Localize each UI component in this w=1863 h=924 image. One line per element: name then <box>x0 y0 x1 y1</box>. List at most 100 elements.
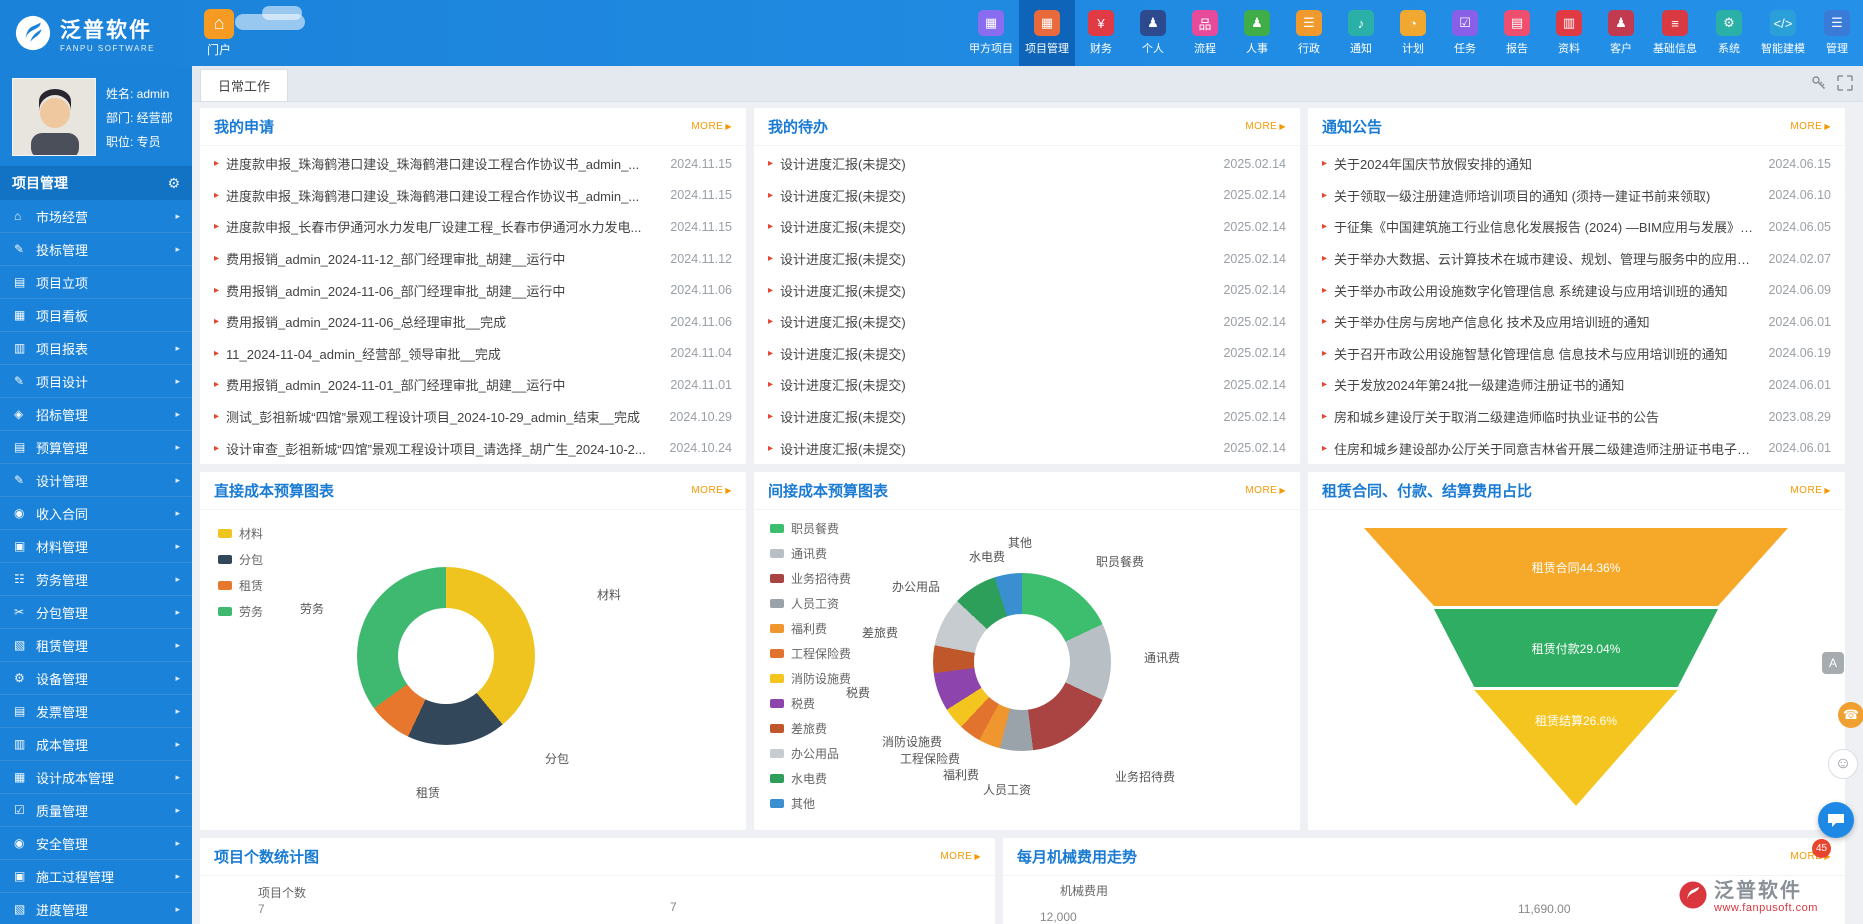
list-item[interactable]: ▸于征集《中国建筑施工行业信息化发展报告 (2024) —BIM应用与发展》材料… <box>1308 211 1845 243</box>
topnav-item-base-info[interactable]: ≡基础信息 <box>1647 0 1703 66</box>
more-button[interactable]: MORE▶ <box>1790 121 1831 132</box>
sidebar-item-design-cost-management[interactable]: ▦设计成本管理▸ <box>0 761 192 794</box>
more-button[interactable]: MORE▶ <box>1245 121 1286 132</box>
sidebar-item-safety-management[interactable]: ◉安全管理▸ <box>0 827 192 860</box>
legend-item[interactable]: 人员工资 <box>770 591 851 616</box>
topnav-item-notification[interactable]: ♪通知 <box>1335 0 1387 66</box>
topnav-item-party-a-project[interactable]: ▦甲方项目 <box>963 0 1019 66</box>
service-button[interactable]: ☎ <box>1838 702 1863 728</box>
legend-item[interactable]: 劳务 <box>218 598 263 624</box>
list-item[interactable]: ▸11_2024-11-04_admin_经营部_领导审批__完成2024.11… <box>200 338 746 370</box>
more-button[interactable]: MORE▶ <box>1790 485 1831 496</box>
sidebar-item-construction-process-management[interactable]: ▣施工过程管理▸ <box>0 860 192 893</box>
topnav-item-workflow[interactable]: 品流程 <box>1179 0 1231 66</box>
legend-item[interactable]: 业务招待费 <box>770 566 851 591</box>
list-item[interactable]: ▸关于举办住房与房地产信息化 技术及应用培训班的通知2024.06.01 <box>1308 306 1845 338</box>
list-item[interactable]: ▸设计进度汇报(未提交)2025.02.14 <box>754 211 1300 243</box>
list-item[interactable]: ▸关于2024年国庆节放假安排的通知2024.06.15 <box>1308 148 1845 180</box>
list-item[interactable]: ▸关于召开市政公用设施智慧化管理信息 信息技术与应用培训班的通知2024.06.… <box>1308 338 1845 370</box>
topnav-item-project-management[interactable]: ▦项目管理 <box>1019 0 1075 66</box>
sidebar-item-market-operation[interactable]: ⌂市场经营▸ <box>0 200 192 233</box>
list-item[interactable]: ▸设计进度汇报(未提交)2025.02.14 <box>754 274 1300 306</box>
sidebar-item-quality-management[interactable]: ☑质量管理▸ <box>0 794 192 827</box>
topnav-item-report[interactable]: ▤报告 <box>1491 0 1543 66</box>
sidebar-item-subcontract-management[interactable]: ✂分包管理▸ <box>0 596 192 629</box>
list-item[interactable]: ▸设计进度汇报(未提交)2025.02.14 <box>754 338 1300 370</box>
list-item[interactable]: ▸进度款申报_珠海鹤港口建设_珠海鹤港口建设工程合作协议书_admin_...2… <box>200 180 746 212</box>
legend-item[interactable]: 差旅费 <box>770 716 851 741</box>
legend-item[interactable]: 水电费 <box>770 766 851 791</box>
sidebar-item-design-management[interactable]: ✎设计管理▸ <box>0 464 192 497</box>
sidebar-item-cost-management[interactable]: ▥成本管理▸ <box>0 728 192 761</box>
list-item[interactable]: ▸关于举办大数据、云计算技术在城市建设、规划、管理与服务中的应用培训班...20… <box>1308 243 1845 275</box>
more-button[interactable]: MORE▶ <box>1245 485 1286 496</box>
more-button[interactable]: MORE▶ <box>691 485 732 496</box>
portal-button[interactable]: ⌂ 门户 <box>204 9 234 58</box>
sidebar-item-project-initiation[interactable]: ▤项目立项 <box>0 266 192 299</box>
legend-item[interactable]: 通讯费 <box>770 541 851 566</box>
legend-item[interactable]: 消防设施费 <box>770 666 851 691</box>
assistant-avatar-button[interactable]: ☺ <box>1828 749 1858 779</box>
list-item[interactable]: ▸进度款申报_珠海鹤港口建设_珠海鹤港口建设工程合作协议书_admin_...2… <box>200 148 746 180</box>
sidebar-item-equipment-management[interactable]: ⚙设备管理▸ <box>0 662 192 695</box>
sidebar-item-labor-management[interactable]: ☷劳务管理▸ <box>0 563 192 596</box>
topnav-item-task[interactable]: ☑任务 <box>1439 0 1491 66</box>
list-item[interactable]: ▸设计审查_彭祖新城“四馆”景观工程设计项目_请选择_胡广生_2024-10-2… <box>200 432 746 464</box>
list-item[interactable]: ▸设计进度汇报(未提交)2025.02.14 <box>754 306 1300 338</box>
key-icon[interactable] <box>1811 75 1827 91</box>
sidebar-item-progress-management[interactable]: ▧进度管理▸ <box>0 893 192 924</box>
topnav-item-management[interactable]: ☰管理 <box>1811 0 1863 66</box>
topnav-item-plan[interactable]: ◔计划 <box>1387 0 1439 66</box>
sidebar-item-bid-management[interactable]: ✎投标管理▸ <box>0 233 192 266</box>
list-item[interactable]: ▸费用报销_admin_2024-11-06_总经理审批__完成2024.11.… <box>200 306 746 338</box>
legend-item[interactable]: 分包 <box>218 546 263 572</box>
list-item[interactable]: ▸关于举办市政公用设施数字化管理信息 系统建设与应用培训班的通知2024.06.… <box>1308 274 1845 306</box>
list-item[interactable]: ▸房和城乡建设厅关于取消二级建造师临时执业证书的公告2023.08.29 <box>1308 401 1845 433</box>
list-item[interactable]: ▸设计进度汇报(未提交)2025.02.14 <box>754 148 1300 180</box>
sidebar-item-income-contract[interactable]: ◉收入合同▸ <box>0 497 192 530</box>
topnav-item-finance[interactable]: ¥财务 <box>1075 0 1127 66</box>
notification-badge[interactable]: 45 <box>1812 839 1831 858</box>
legend-item[interactable]: 税费 <box>770 691 851 716</box>
topnav-item-personal[interactable]: ♟个人 <box>1127 0 1179 66</box>
sidebar-item-project-board[interactable]: ▦项目看板 <box>0 299 192 332</box>
list-item[interactable]: ▸设计进度汇报(未提交)2025.02.14 <box>754 369 1300 401</box>
user-avatar[interactable] <box>12 78 96 156</box>
gear-icon[interactable]: ⚙ <box>167 175 180 192</box>
topnav-item-document[interactable]: ▥资料 <box>1543 0 1595 66</box>
more-button[interactable]: MORE▶ <box>691 121 732 132</box>
sidebar-item-tender-management[interactable]: ◈招标管理▸ <box>0 398 192 431</box>
list-item[interactable]: ▸设计进度汇报(未提交)2025.02.14 <box>754 180 1300 212</box>
list-item[interactable]: ▸设计进度汇报(未提交)2025.02.14 <box>754 401 1300 433</box>
legend-item[interactable]: 其他 <box>770 791 851 816</box>
sidebar-item-invoice-management[interactable]: ▤发票管理▸ <box>0 695 192 728</box>
list-item[interactable]: ▸费用报销_admin_2024-11-06_部门经理审批_胡建__运行中202… <box>200 274 746 306</box>
legend-item[interactable]: 职员餐费 <box>770 516 851 541</box>
chat-button[interactable] <box>1818 802 1854 838</box>
sidebar-item-project-report[interactable]: ▥项目报表▸ <box>0 332 192 365</box>
list-item[interactable]: ▸测试_彭祖新城“四馆”景观工程设计项目_2024-10-29_admin_结束… <box>200 401 746 433</box>
legend-item[interactable]: 办公用品 <box>770 741 851 766</box>
list-item[interactable]: ▸费用报销_admin_2024-11-01_部门经理审批_胡建__运行中202… <box>200 369 746 401</box>
list-item[interactable]: ▸住房和城乡建设部办公厅关于同意吉林省开展二级建造师注册证书电子化试点...20… <box>1308 432 1845 464</box>
sidebar-item-material-management[interactable]: ▣材料管理▸ <box>0 530 192 563</box>
legend-item[interactable]: 租赁 <box>218 572 263 598</box>
sidebar-item-rental-management[interactable]: ▧租赁管理▸ <box>0 629 192 662</box>
more-button[interactable]: MORE▶ <box>940 851 981 862</box>
list-item[interactable]: ▸进度款申报_长春市伊通河水力发电厂设建工程_长春市伊通河水力发电...2024… <box>200 211 746 243</box>
legend-item[interactable]: 工程保险费 <box>770 641 851 666</box>
collapse-panel-icon[interactable] <box>1837 75 1853 91</box>
sidebar-item-budget-management[interactable]: ▤预算管理▸ <box>0 431 192 464</box>
list-item[interactable]: ▸关于发放2024年第24批一级建造师注册证书的通知2024.06.01 <box>1308 369 1845 401</box>
topnav-item-customer[interactable]: ♟客户 <box>1595 0 1647 66</box>
list-item[interactable]: ▸关于领取一级注册建造师培训项目的通知 (须持一建证书前来领取)2024.06.… <box>1308 180 1845 212</box>
list-item[interactable]: ▸费用报销_admin_2024-11-12_部门经理审批_胡建__运行中202… <box>200 243 746 275</box>
text-size-widget[interactable]: A <box>1822 652 1844 674</box>
topnav-item-administration[interactable]: ☰行政 <box>1283 0 1335 66</box>
topnav-item-smart-modeling[interactable]: </>智能建模 <box>1755 0 1811 66</box>
legend-item[interactable]: 材料 <box>218 520 263 546</box>
list-item[interactable]: ▸设计进度汇报(未提交)2025.02.14 <box>754 243 1300 275</box>
topnav-item-system[interactable]: ⚙系统 <box>1703 0 1755 66</box>
sidebar-item-project-design[interactable]: ✎项目设计▸ <box>0 365 192 398</box>
topnav-item-hr[interactable]: ♟人事 <box>1231 0 1283 66</box>
